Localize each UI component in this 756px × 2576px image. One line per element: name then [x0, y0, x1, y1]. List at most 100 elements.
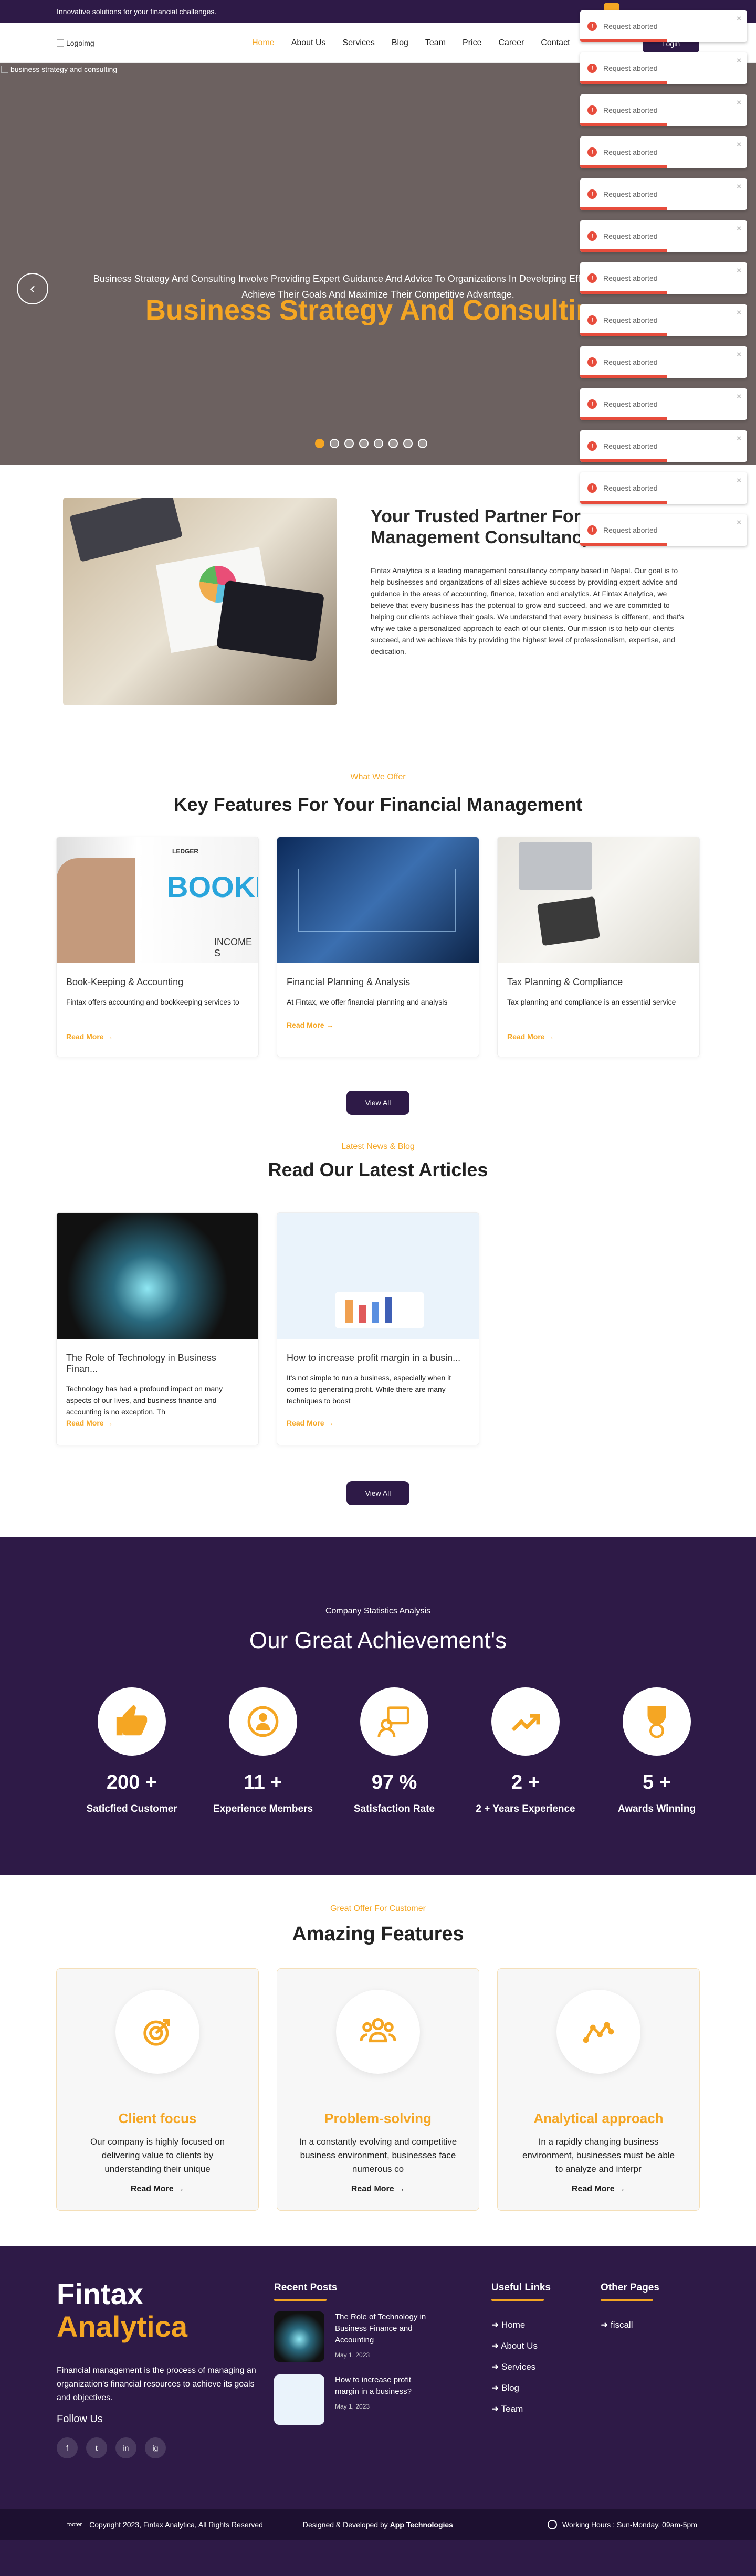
stat-value: 5 + [643, 1771, 671, 1793]
read-more-label: Read More [66, 1032, 104, 1041]
toast-message: Request aborted [603, 64, 658, 72]
slider-dot[interactable] [403, 439, 413, 448]
facebook-icon[interactable]: f [57, 2437, 78, 2458]
feature-card[interactable]: LEDGER BOOKKI INCOME S Book-Keeping & Ac… [56, 837, 259, 1057]
useful-links: Home About Us Services Blog Team [491, 2315, 538, 2420]
about-text: Fintax Analytica is a leading management… [371, 566, 684, 656]
recent-post-thumbnail [274, 2311, 324, 2362]
blog-kicker: Latest News & Blog [341, 1142, 415, 1151]
slider-dot[interactable] [330, 439, 339, 448]
slider-dot[interactable] [315, 439, 324, 448]
toast-message: Request aborted [603, 484, 658, 492]
feature-card[interactable]: Tax Planning & Compliance Tax planning a… [497, 837, 700, 1057]
error-toast: ! Request aborted ✕ [580, 52, 747, 84]
close-icon[interactable]: ✕ [736, 15, 742, 23]
footer-link-blog[interactable]: Blog [491, 2378, 538, 2399]
read-more-link[interactable]: Read More → [498, 2184, 699, 2194]
read-more-label: Read More [287, 1021, 324, 1029]
footer-link-team[interactable]: Team [491, 2399, 538, 2420]
card-desc: It's not simple to run a business, espec… [287, 1374, 452, 1405]
twitter-icon[interactable]: t [86, 2437, 107, 2458]
nav-price[interactable]: Price [463, 38, 481, 48]
footer-link-services[interactable]: Services [491, 2357, 538, 2378]
read-more-link[interactable]: Read More → [507, 1032, 554, 1041]
nav-about[interactable]: About Us [291, 38, 326, 48]
card-desc: At Fintax, we offer financial planning a… [287, 998, 448, 1006]
stat-item: 5 + Awards Winning [591, 1687, 722, 1815]
card-title: How to increase profit margin in a busin… [287, 1353, 461, 1363]
close-icon[interactable]: ✕ [736, 183, 742, 191]
nav-career[interactable]: Career [498, 38, 524, 48]
recent-post[interactable]: The Role of Technology in Business Finan… [274, 2311, 429, 2362]
read-more-link[interactable]: Read More → [66, 1419, 113, 1427]
calculator-illustration [537, 896, 601, 946]
error-icon: ! [587, 189, 597, 199]
close-icon[interactable]: ✕ [736, 267, 742, 275]
view-all-button[interactable]: View All [346, 1481, 410, 1505]
error-icon: ! [587, 441, 597, 451]
ledger-text: LEDGER [172, 848, 199, 855]
blog-card[interactable]: The Role of Technology in Business Finan… [56, 1212, 259, 1445]
blog-card[interactable]: How to increase profit margin in a busin… [277, 1212, 479, 1445]
close-icon[interactable]: ✕ [736, 99, 742, 107]
amazing-card-desc: In a rapidly changing business environme… [522, 2137, 675, 2174]
recent-posts-title: Recent Posts [274, 2282, 337, 2301]
card-title: The Role of Technology in Business Finan… [66, 1353, 216, 1374]
read-more-link[interactable]: Read More → [287, 1419, 333, 1427]
linkedin-icon[interactable]: in [116, 2437, 136, 2458]
slider-dot[interactable] [344, 439, 354, 448]
read-more-label: Read More [130, 2184, 174, 2193]
nav-contact[interactable]: Contact [541, 38, 570, 48]
slider-dot[interactable] [388, 439, 398, 448]
view-all-button[interactable]: View All [346, 1091, 410, 1115]
feature-card[interactable]: Financial Planning & Analysis At Fintax,… [277, 837, 479, 1057]
close-icon[interactable]: ✕ [736, 141, 742, 149]
close-icon[interactable]: ✕ [736, 309, 742, 317]
close-icon[interactable]: ✕ [736, 477, 742, 485]
close-icon[interactable]: ✕ [736, 393, 742, 401]
amazing-card-desc: In a constantly evolving and competitive… [299, 2137, 457, 2174]
slider-dot[interactable] [418, 439, 427, 448]
slider-dot[interactable] [374, 439, 383, 448]
close-icon[interactable]: ✕ [736, 519, 742, 527]
close-icon[interactable]: ✕ [736, 351, 742, 359]
stat-label: Experience Members [213, 1803, 313, 1814]
close-icon[interactable]: ✕ [736, 57, 742, 65]
stat-item: 97 % Satisfaction Rate [329, 1687, 460, 1815]
bar-illustration [359, 1305, 366, 1323]
nav-team[interactable]: Team [425, 38, 446, 48]
stat-item: 2 + 2 + Years Experience [460, 1687, 591, 1815]
slider-dot[interactable] [359, 439, 369, 448]
hand-illustration [57, 858, 135, 963]
nav-services[interactable]: Services [343, 38, 375, 48]
close-icon[interactable]: ✕ [736, 225, 742, 233]
amazing-card: Problem-solving In a constantly evolving… [277, 1968, 479, 2211]
nav-home[interactable]: Home [252, 38, 275, 48]
instagram-icon[interactable]: ig [145, 2437, 166, 2458]
read-more-link[interactable]: Read More → [277, 2184, 479, 2194]
developer-credit: Designed & Developed by App Technologies [303, 2520, 453, 2529]
read-more-link[interactable]: Read More → [66, 1032, 113, 1041]
laptop-illustration [519, 842, 592, 890]
logo[interactable]: Logoimg [57, 39, 172, 47]
error-toast: ! Request aborted ✕ [580, 304, 747, 336]
stats-row: 200 + Saticfied Customer 11 + Experience… [66, 1687, 722, 1815]
footer-link-about[interactable]: About Us [491, 2336, 538, 2357]
about-image [63, 498, 337, 705]
broken-image-icon [57, 39, 64, 47]
recent-post-date: May 1, 2023 [335, 2351, 370, 2359]
recent-post[interactable]: How to increase profit margin in a busin… [274, 2374, 429, 2425]
read-more-link[interactable]: Read More → [57, 2184, 258, 2194]
developer-link[interactable]: App Technologies [390, 2520, 453, 2529]
read-more-link[interactable]: Read More → [287, 1021, 333, 1029]
bookkeeping-image: LEDGER BOOKKI INCOME S [57, 837, 258, 963]
footer-link-fiscall[interactable]: fiscall [601, 2315, 633, 2336]
income-text: INCOME S [214, 937, 252, 958]
footer-link-home[interactable]: Home [491, 2315, 538, 2336]
close-icon[interactable]: ✕ [736, 435, 742, 443]
toast-stack: ! Request aborted ✕! Request aborted ✕! Reque… [580, 10, 747, 546]
footer-description: Financial management is the process of m… [57, 2366, 256, 2402]
toast-message: Request aborted [603, 442, 658, 450]
nav-blog[interactable]: Blog [392, 38, 408, 48]
stat-item: 11 + Experience Members [197, 1687, 329, 1815]
